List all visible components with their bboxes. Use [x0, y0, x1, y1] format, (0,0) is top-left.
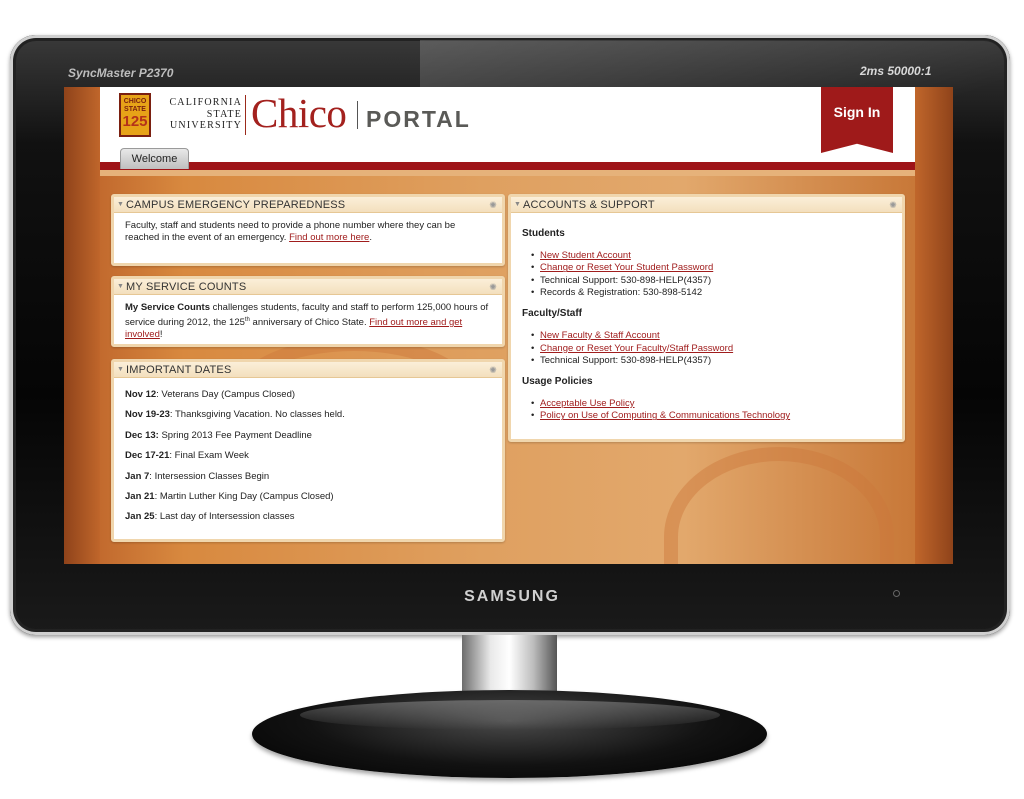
monitor-spec-label: 2ms 50000:1 — [860, 64, 932, 78]
find-out-more-link[interactable]: Find out more here — [289, 232, 369, 243]
csu-line: CALIFORNIA — [169, 97, 242, 108]
punctuation: ! — [159, 329, 163, 341]
chico-state-125-logo[interactable]: CHICO STATE 125 — [119, 93, 151, 137]
screen: CHICO STATE 125 CALIFORNIA STATE UNIVERS… — [64, 87, 953, 564]
date-label: Jan 25 — [125, 511, 155, 523]
usage-policies-heading: Usage Policies — [522, 375, 593, 387]
pin-icon[interactable]: ✺ — [889, 197, 897, 213]
portal-header: CHICO STATE 125 CALIFORNIA STATE UNIVERS… — [100, 87, 915, 165]
logo-badge-number: 125 — [122, 113, 148, 130]
faculty-staff-heading: Faculty/Staff — [522, 308, 583, 320]
logo-divider — [245, 95, 246, 135]
collapse-chevron-icon[interactable]: ▼ — [514, 197, 521, 213]
date-text: : Final Exam Week — [169, 450, 249, 462]
csu-line: STATE — [206, 108, 242, 120]
list-item: Policy on Use of Computing & Communicati… — [531, 410, 892, 422]
list-item: Nov 19-23: Thanksgiving Vacation. No cla… — [125, 409, 492, 421]
portal-divider — [357, 101, 358, 129]
monitor-stand-gloss — [300, 700, 720, 730]
list-item: New Faculty & Staff Account — [531, 330, 892, 342]
portlet-body: My Service Counts challenges students, f… — [114, 295, 502, 347]
punctuation: . — [369, 232, 372, 243]
portlet-title: IMPORTANT DATES — [126, 364, 232, 376]
collapse-chevron-icon[interactable]: ▼ — [117, 362, 124, 378]
list-item: Technical Support: 530-898-HELP(4357) — [531, 354, 892, 367]
background-arch — [664, 447, 894, 564]
portlet-title: CAMPUS EMERGENCY PREPAREDNESS — [126, 199, 346, 211]
csu-line: UNIVERSITY — [170, 120, 242, 131]
portal-wordmark: PORTAL — [366, 106, 471, 132]
background-left-edge — [64, 87, 100, 564]
pin-icon[interactable]: ✺ — [489, 279, 497, 295]
portlet-service-counts: ▼ MY SERVICE COUNTS ✺ My Service Counts … — [111, 276, 505, 347]
reset-faculty-password-link[interactable]: Change or Reset Your Faculty/Staff Passw… — [540, 343, 733, 354]
date-text: : Intersession Classes Begin — [149, 470, 270, 482]
date-text: : Martin Luther King Day (Campus Closed) — [154, 490, 334, 502]
service-text: anniversary of Chico State. — [249, 317, 367, 329]
date-text: : Last day of Intersession classes — [154, 511, 295, 523]
collapse-chevron-icon[interactable]: ▼ — [117, 197, 124, 213]
portlet-header: ▼ IMPORTANT DATES ✺ — [114, 362, 502, 378]
acceptable-use-policy-link[interactable]: Acceptable Use Policy — [540, 398, 635, 409]
date-label: Jan 21 — [125, 490, 155, 502]
students-heading: Students — [522, 228, 565, 239]
logo-badge-text: CHICO STATE — [123, 98, 147, 113]
date-label: Dec 13: — [125, 429, 159, 441]
collapse-chevron-icon[interactable]: ▼ — [117, 279, 124, 295]
list-item: Acceptable Use Policy — [531, 398, 892, 410]
portlet-header: ▼ CAMPUS EMERGENCY PREPAREDNESS ✺ — [114, 197, 502, 213]
pin-icon[interactable]: ✺ — [489, 197, 497, 213]
policies-list: Acceptable Use Policy Policy on Use of C… — [522, 398, 892, 422]
date-text: Spring 2013 Fee Payment Deadline — [158, 429, 312, 441]
list-item: Change or Reset Your Student Password — [531, 262, 892, 274]
list-item: Dec 13: Spring 2013 Fee Payment Deadline — [125, 430, 492, 442]
list-item: Dec 17-21: Final Exam Week — [125, 450, 492, 462]
list-item: Records & Registration: 530-898-5142 — [531, 287, 892, 299]
list-item: Nov 12: Veterans Day (Campus Closed) — [125, 389, 492, 401]
date-label: Nov 12 — [125, 389, 157, 400]
csu-wordmark: CALIFORNIA STATE UNIVERSITY — [160, 97, 242, 132]
service-bold-text: My Service Counts — [125, 302, 210, 313]
portlet-important-dates: ▼ IMPORTANT DATES ✺ Nov 12: Veterans Day… — [111, 359, 505, 542]
background-right-edge — [915, 87, 953, 564]
dates-list: Nov 12: Veterans Day (Campus Closed) Nov… — [114, 378, 502, 538]
chico-wordmark: Chico — [251, 90, 347, 136]
portlet-title: MY SERVICE COUNTS — [126, 281, 247, 293]
list-item: Jan 21: Martin Luther King Day (Campus C… — [125, 491, 492, 503]
header-tan-bar — [100, 170, 915, 176]
new-faculty-account-link[interactable]: New Faculty & Staff Account — [540, 330, 660, 341]
portlet-body: Faculty, staff and students need to prov… — [114, 213, 502, 250]
reset-student-password-link[interactable]: Change or Reset Your Student Password — [540, 262, 713, 273]
date-label: Dec 17-21 — [125, 450, 170, 462]
pin-icon[interactable]: ✺ — [489, 362, 497, 378]
computing-policy-link[interactable]: Policy on Use of Computing & Communicati… — [540, 410, 790, 421]
tab-welcome[interactable]: Welcome — [120, 148, 189, 169]
date-label: Nov 19-23 — [125, 409, 170, 421]
date-text: : Thanksgiving Vacation. No classes held… — [169, 409, 345, 421]
list-item: Change or Reset Your Faculty/Staff Passw… — [531, 343, 892, 355]
date-label: Jan 7 — [125, 470, 150, 482]
portlet-header: ▼ ACCOUNTS & SUPPORT ✺ — [511, 197, 902, 213]
portlet-title: ACCOUNTS & SUPPORT — [523, 199, 655, 211]
portlet-header: ▼ MY SERVICE COUNTS ✺ — [114, 279, 502, 295]
power-button[interactable] — [893, 590, 900, 597]
faculty-list: New Faculty & Staff Account Change or Re… — [522, 330, 892, 367]
sign-in-button[interactable]: Sign In — [821, 87, 893, 153]
portlet-body: Students New Student Account Change or R… — [511, 213, 902, 429]
monitor-model-label: SyncMaster P2370 — [68, 66, 174, 80]
technical-support-text: Technical Support: 530-898-HELP(4357) — [540, 274, 712, 286]
list-item: New Student Account — [531, 250, 892, 262]
date-text: : Veterans Day (Campus Closed) — [156, 389, 296, 400]
list-item: Jan 25: Last day of Intersession classes — [125, 511, 492, 523]
list-item: Technical Support: 530-898-HELP(4357) — [531, 274, 892, 287]
technical-support-text: Technical Support: 530-898-HELP(4357) — [540, 354, 712, 366]
monitor-brand-logo: SAMSUNG — [464, 588, 560, 605]
records-registration-text: Records & Registration: 530-898-5142 — [540, 287, 703, 299]
list-item: Jan 7: Intersession Classes Begin — [125, 471, 492, 483]
new-student-account-link[interactable]: New Student Account — [540, 250, 631, 261]
students-list: New Student Account Change or Reset Your… — [522, 250, 892, 299]
portlet-accounts-support: ▼ ACCOUNTS & SUPPORT ✺ Students New Stud… — [508, 194, 905, 442]
portlet-emergency: ▼ CAMPUS EMERGENCY PREPAREDNESS ✺ Facult… — [111, 194, 505, 266]
header-red-bar — [100, 162, 915, 170]
